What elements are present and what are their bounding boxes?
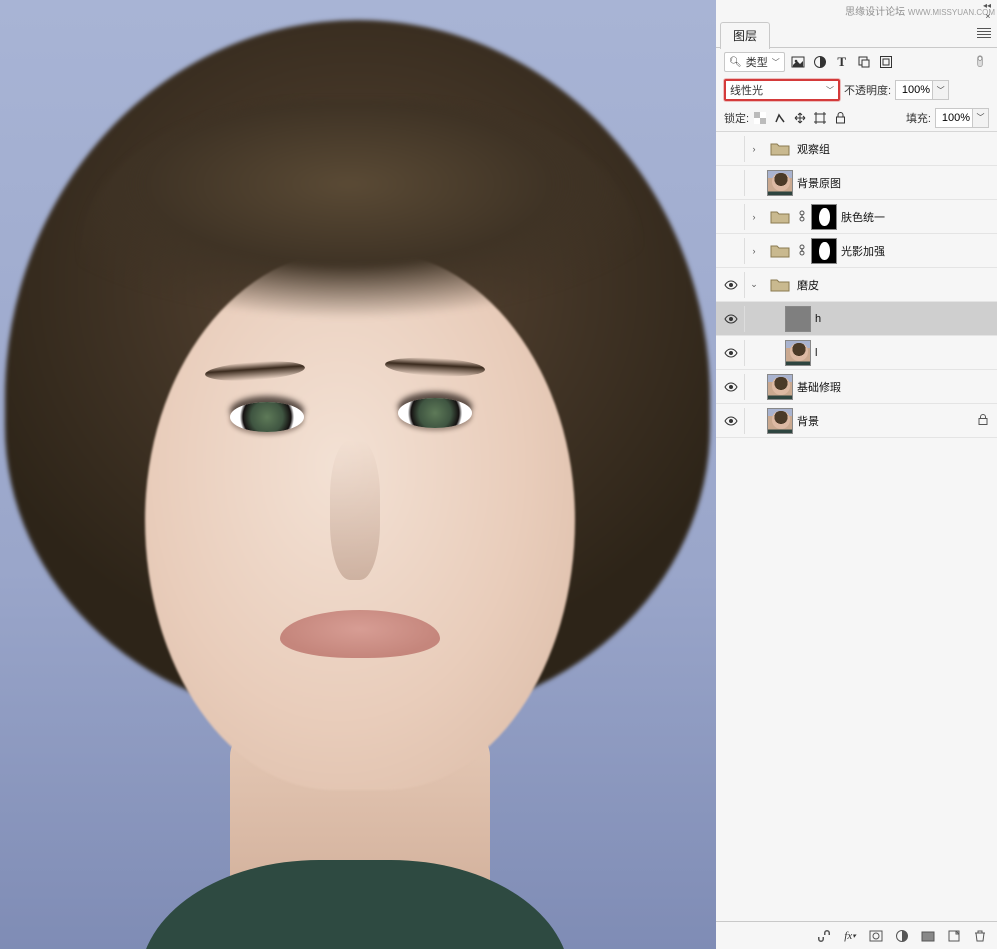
layer-name-label[interactable]: 磨皮	[797, 277, 991, 293]
filter-label: 类型	[746, 54, 768, 70]
expand-toggle[interactable]: ›	[749, 246, 759, 256]
layer-row[interactable]: ⌄ 磨皮	[716, 268, 997, 302]
folder-icon	[767, 204, 793, 230]
layer-filter-type[interactable]: 🔍︎ 类型 ﹀	[724, 52, 785, 72]
layer-row[interactable]: 背景	[716, 404, 997, 438]
visibility-toggle[interactable]	[722, 344, 740, 362]
delete-layer-icon[interactable]	[971, 927, 989, 945]
blend-mode-select[interactable]: 线性光 ﹀	[724, 79, 840, 101]
fill-input[interactable]: ﹀	[935, 108, 989, 128]
link-icon	[797, 244, 807, 258]
opacity-input[interactable]: ﹀	[895, 80, 949, 100]
layers-panel: 思缘设计论坛 WWW.MISSYUAN.COM ◂◂ + 图层 🔍︎ 类型 ﹀ …	[716, 0, 997, 949]
chevron-down-icon: ﹀	[772, 57, 780, 68]
link-icon	[797, 210, 807, 224]
panel-menu-icon[interactable]	[977, 28, 991, 38]
expand-toggle[interactable]: ⌄	[749, 279, 759, 290]
lock-fill-row: 锁定: 填充: ﹀	[716, 104, 997, 132]
visibility-toggle[interactable]	[722, 412, 740, 430]
layer-name-label[interactable]: h	[815, 313, 991, 325]
layer-row[interactable]: › 肤色统一	[716, 200, 997, 234]
chevron-down-icon[interactable]: ﹀	[932, 81, 948, 99]
panel-footer: fx▾	[716, 921, 997, 949]
folder-icon	[767, 136, 793, 162]
new-layer-icon[interactable]	[945, 927, 963, 945]
visibility-toggle[interactable]	[722, 140, 740, 158]
layer-thumbnail[interactable]	[785, 306, 811, 332]
chevron-down-icon[interactable]: ﹀	[972, 109, 988, 127]
collapse-icon[interactable]: ◂◂	[983, 2, 991, 10]
folder-icon	[767, 238, 793, 264]
expand-toggle[interactable]: ›	[749, 144, 759, 154]
lock-position-icon[interactable]	[793, 111, 807, 125]
opacity-label: 不透明度:	[844, 82, 891, 98]
folder-icon	[767, 272, 793, 298]
layer-row[interactable]: › 光影加强	[716, 234, 997, 268]
close-icon[interactable]: +	[981, 11, 992, 22]
fill-field[interactable]	[936, 109, 972, 127]
layer-name-label[interactable]: 观察组	[797, 141, 991, 157]
filter-pixel-icon[interactable]	[789, 53, 807, 71]
panel-window-controls[interactable]: ◂◂ +	[983, 2, 991, 22]
visibility-toggle[interactable]	[722, 310, 740, 328]
layer-name-label[interactable]: 肤色统一	[841, 209, 991, 225]
panel-tabs: 图层	[716, 22, 997, 48]
blend-opacity-row: 线性光 ﹀ 不透明度: ﹀	[716, 76, 997, 104]
link-layers-icon[interactable]	[815, 927, 833, 945]
layer-name-label[interactable]: l	[815, 347, 991, 359]
fill-label: 填充:	[906, 110, 931, 126]
mask-thumbnail[interactable]	[811, 204, 837, 230]
filter-row: 🔍︎ 类型 ﹀ T	[716, 48, 997, 76]
filter-shape-icon[interactable]	[855, 53, 873, 71]
lock-artboard-icon[interactable]	[813, 111, 827, 125]
mask-thumbnail[interactable]	[811, 238, 837, 264]
filter-text-icon[interactable]: T	[833, 53, 851, 71]
filter-toggle-switch[interactable]	[971, 53, 989, 71]
layer-name-label[interactable]: 光影加强	[841, 243, 991, 259]
layer-thumbnail[interactable]	[785, 340, 811, 366]
layer-thumbnail[interactable]	[767, 170, 793, 196]
layer-thumbnail[interactable]	[767, 374, 793, 400]
layer-thumbnail[interactable]	[767, 408, 793, 434]
filter-adjust-icon[interactable]	[811, 53, 829, 71]
layer-row[interactable]: l	[716, 336, 997, 370]
opacity-field[interactable]	[896, 81, 932, 99]
add-mask-icon[interactable]	[867, 927, 885, 945]
expand-toggle[interactable]: ›	[749, 212, 759, 222]
blend-mode-value: 线性光	[730, 82, 763, 98]
layer-list[interactable]: › 观察组背景原图 › 肤色统一 › 光影加强 ⌄ 磨皮 h l 基础修瑕背景	[716, 132, 997, 921]
chevron-down-icon: ﹀	[826, 85, 834, 96]
lock-label: 锁定:	[724, 110, 749, 126]
lock-buttons	[753, 111, 847, 125]
filter-smart-icon[interactable]	[877, 53, 895, 71]
visibility-toggle[interactable]	[722, 174, 740, 192]
tab-layers[interactable]: 图层	[720, 22, 770, 49]
layer-row[interactable]: 背景原图	[716, 166, 997, 200]
lock-pixels-icon[interactable]	[773, 111, 787, 125]
document-canvas[interactable]	[0, 0, 716, 949]
layer-row[interactable]: h	[716, 302, 997, 336]
layer-row[interactable]: › 观察组	[716, 132, 997, 166]
visibility-toggle[interactable]	[722, 242, 740, 260]
layer-row[interactable]: 基础修瑕	[716, 370, 997, 404]
layer-name-label[interactable]: 基础修瑕	[797, 379, 991, 395]
visibility-toggle[interactable]	[722, 378, 740, 396]
portrait-image	[0, 0, 716, 949]
new-group-icon[interactable]	[919, 927, 937, 945]
layer-name-label[interactable]: 背景原图	[797, 175, 991, 191]
visibility-toggle[interactable]	[722, 276, 740, 294]
lock-all-icon[interactable]	[833, 111, 847, 125]
fx-icon[interactable]: fx▾	[841, 927, 859, 945]
layer-name-label[interactable]: 背景	[797, 413, 971, 429]
lock-transparent-icon[interactable]	[753, 111, 767, 125]
lock-icon	[975, 414, 991, 428]
visibility-toggle[interactable]	[722, 208, 740, 226]
watermark: 思缘设计论坛 WWW.MISSYUAN.COM	[845, 3, 995, 18]
add-adjustment-icon[interactable]	[893, 927, 911, 945]
